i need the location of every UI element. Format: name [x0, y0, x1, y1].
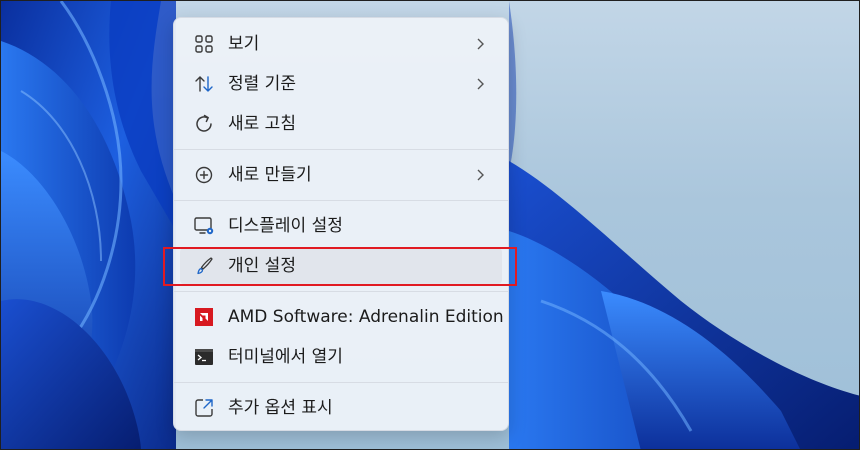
menu-separator — [174, 382, 508, 383]
sort-arrows-icon — [192, 72, 216, 96]
menu-item-new[interactable]: 새로 만들기 — [180, 157, 502, 193]
desktop-context-menu: 보기 정렬 기준 새로 고침 새로 만들기 디스플레이 설정 개인 설정 AMD… — [173, 17, 509, 431]
menu-item-label: 보기 — [228, 34, 260, 54]
menu-item-sort[interactable]: 정렬 기준 — [180, 66, 502, 102]
highlight-box — [163, 247, 517, 286]
menu-item-label: AMD Software: Adrenalin Edition — [228, 307, 504, 327]
menu-separator — [174, 291, 508, 292]
menu-item-label: 디스플레이 설정 — [228, 216, 343, 236]
menu-item-label: 정렬 기준 — [228, 74, 296, 94]
chevron-right-icon — [474, 167, 488, 183]
plus-circle-icon — [192, 163, 216, 187]
amd-logo-icon — [192, 305, 216, 329]
menu-separator — [174, 149, 508, 150]
menu-item-label: 새로 만들기 — [228, 165, 312, 185]
menu-item-refresh[interactable]: 새로 고침 — [180, 106, 502, 142]
menu-item-open-terminal[interactable]: 터미널에서 열기 — [180, 339, 502, 375]
terminal-icon — [192, 345, 216, 369]
chevron-right-icon — [474, 76, 488, 92]
menu-separator — [174, 200, 508, 201]
menu-item-label: 터미널에서 열기 — [228, 347, 343, 367]
menu-item-label: 새로 고침 — [228, 114, 296, 134]
menu-item-view[interactable]: 보기 — [180, 26, 502, 62]
chevron-right-icon — [474, 36, 488, 52]
menu-item-amd-software[interactable]: AMD Software: Adrenalin Edition — [180, 299, 504, 335]
display-settings-icon — [192, 214, 216, 238]
menu-item-show-more-options[interactable]: 추가 옵션 표시 — [180, 390, 502, 426]
refresh-icon — [192, 112, 216, 136]
grid-icon — [192, 32, 216, 56]
menu-item-label: 추가 옵션 표시 — [228, 398, 333, 418]
share-external-icon — [192, 396, 216, 420]
desktop: 보기 정렬 기준 새로 고침 새로 만들기 디스플레이 설정 개인 설정 AMD… — [0, 0, 860, 450]
menu-item-display-settings[interactable]: 디스플레이 설정 — [180, 208, 502, 244]
